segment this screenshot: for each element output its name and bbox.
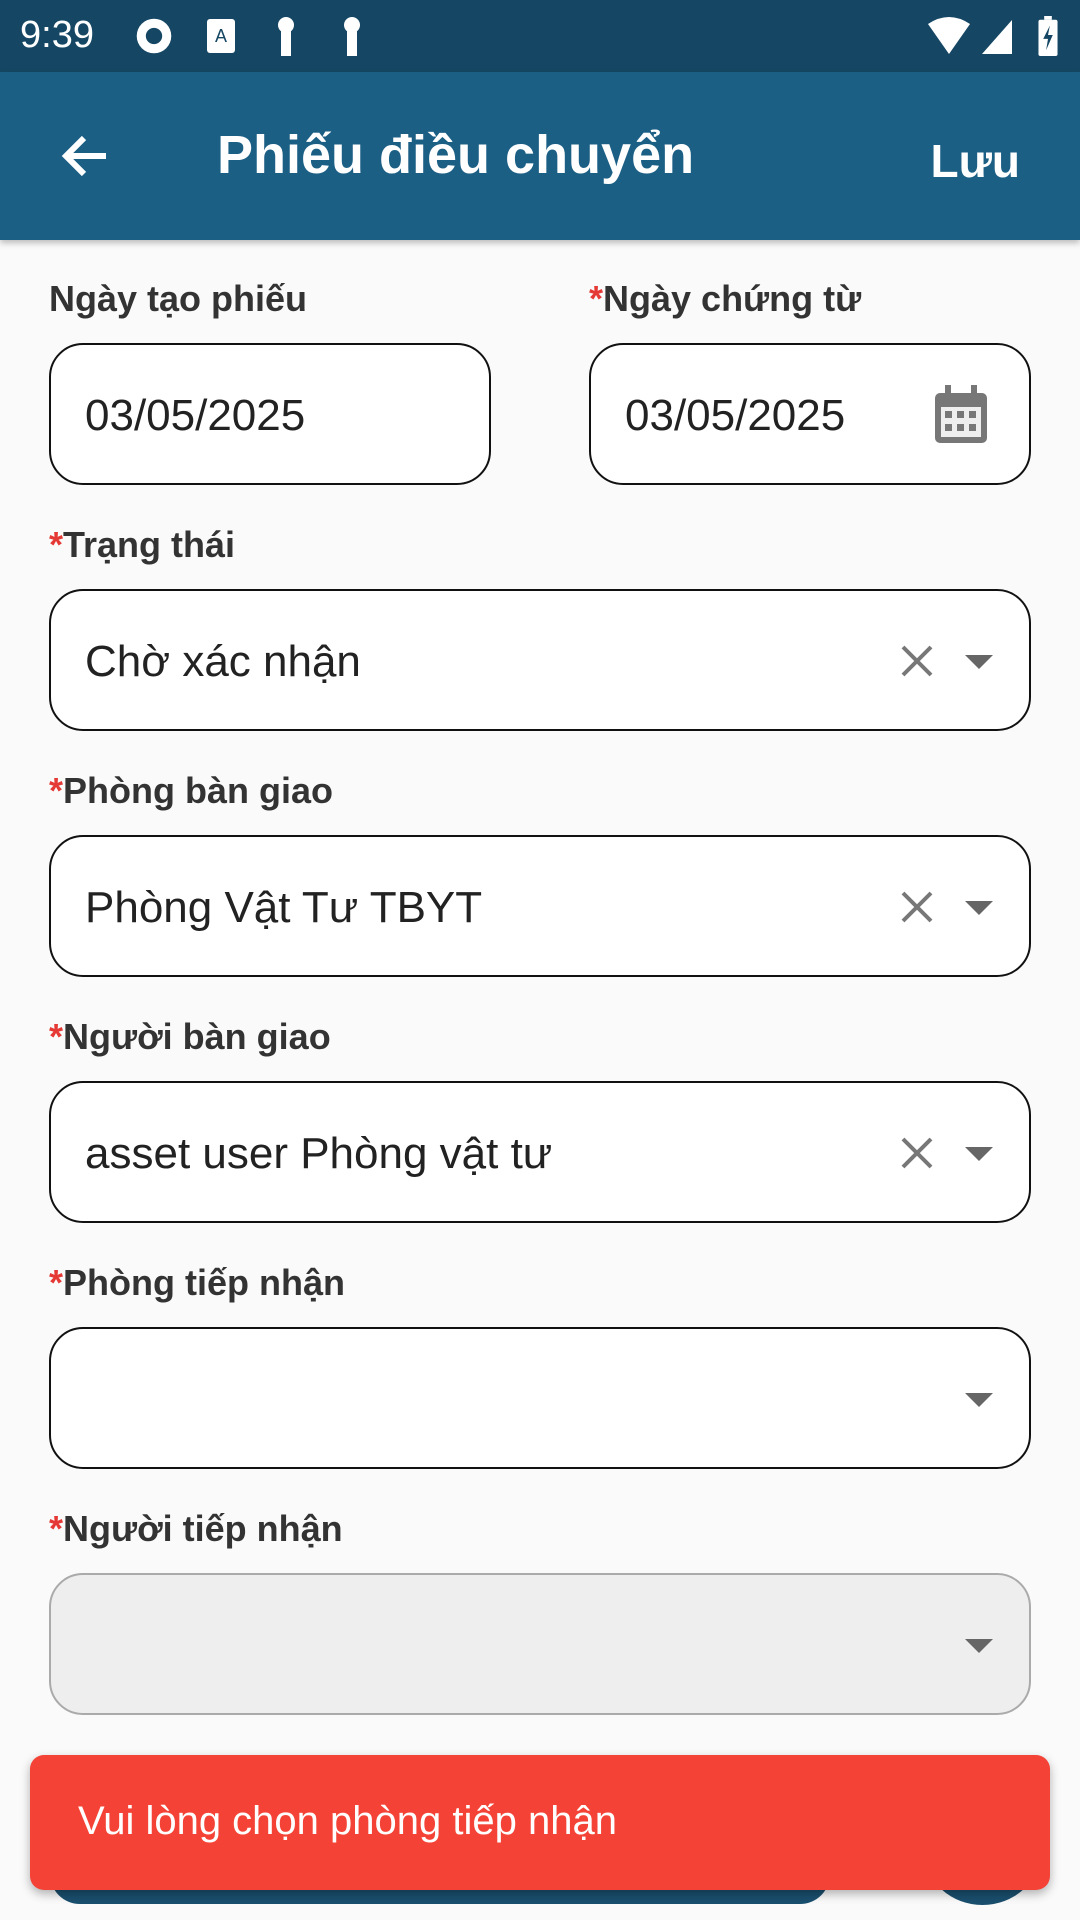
status-select[interactable]: Chờ xác nhận <box>49 589 1031 731</box>
document-date-label: *Ngày chứng từ <box>589 278 862 319</box>
receiving-person-select[interactable] <box>49 1573 1031 1715</box>
back-arrow-icon[interactable] <box>56 128 112 184</box>
keyhole-icon <box>344 17 360 56</box>
handover-person-value: asset user Phòng vật tư <box>85 1129 553 1178</box>
receiving-person-label: *Người tiếp nhận <box>49 1508 343 1549</box>
battery-charging-icon <box>1038 16 1058 56</box>
keyboard-a-icon: A <box>207 19 235 53</box>
app-bar: Phiếu điều chuyển Lưu <box>0 72 1080 240</box>
status-label: *Trạng thái <box>49 524 236 565</box>
handover-dept-value: Phòng Vật Tư TBYT <box>85 883 483 932</box>
status-bar: 9:39 A <box>0 0 1080 72</box>
document-date-field[interactable]: 03/05/2025 <box>589 343 1031 485</box>
handover-dept-label: *Phòng bàn giao <box>49 770 333 811</box>
created-date-value: 03/05/2025 <box>85 391 306 440</box>
clear-icon[interactable] <box>897 887 937 927</box>
created-date-field: 03/05/2025 <box>49 343 491 485</box>
chevron-down-icon[interactable] <box>965 655 993 669</box>
handover-person-select[interactable]: asset user Phòng vật tư <box>49 1081 1031 1223</box>
clear-icon[interactable] <box>897 641 937 681</box>
created-date-label: Ngày tạo phiếu <box>49 278 308 319</box>
receiving-dept-label: *Phòng tiếp nhận <box>49 1262 345 1303</box>
receiving-dept-select[interactable] <box>49 1327 1031 1469</box>
svg-text:A: A <box>215 26 227 46</box>
save-button[interactable]: Lưu <box>930 134 1020 188</box>
chevron-down-icon[interactable] <box>965 1393 993 1407</box>
calendar-icon[interactable] <box>933 385 989 445</box>
wifi-icon <box>928 17 970 54</box>
document-date-value: 03/05/2025 <box>625 391 846 440</box>
toast-message: Vui lòng chọn phòng tiếp nhận <box>78 1799 617 1843</box>
signal-icon <box>982 20 1012 54</box>
error-toast: Vui lòng chọn phòng tiếp nhận <box>30 1755 1050 1890</box>
handover-dept-select[interactable]: Phòng Vật Tư TBYT <box>49 835 1031 977</box>
app-notification-icon <box>136 18 172 54</box>
chevron-down-icon <box>965 1639 993 1653</box>
handover-person-label: *Người bàn giao <box>49 1016 331 1057</box>
chevron-down-icon[interactable] <box>965 1147 993 1161</box>
status-value: Chờ xác nhận <box>85 637 361 686</box>
chevron-down-icon[interactable] <box>965 901 993 915</box>
keyhole-icon <box>278 17 294 56</box>
page-title: Phiếu điều chuyển <box>217 125 695 185</box>
status-time: 9:39 <box>20 14 94 56</box>
clear-icon[interactable] <box>897 1133 937 1173</box>
